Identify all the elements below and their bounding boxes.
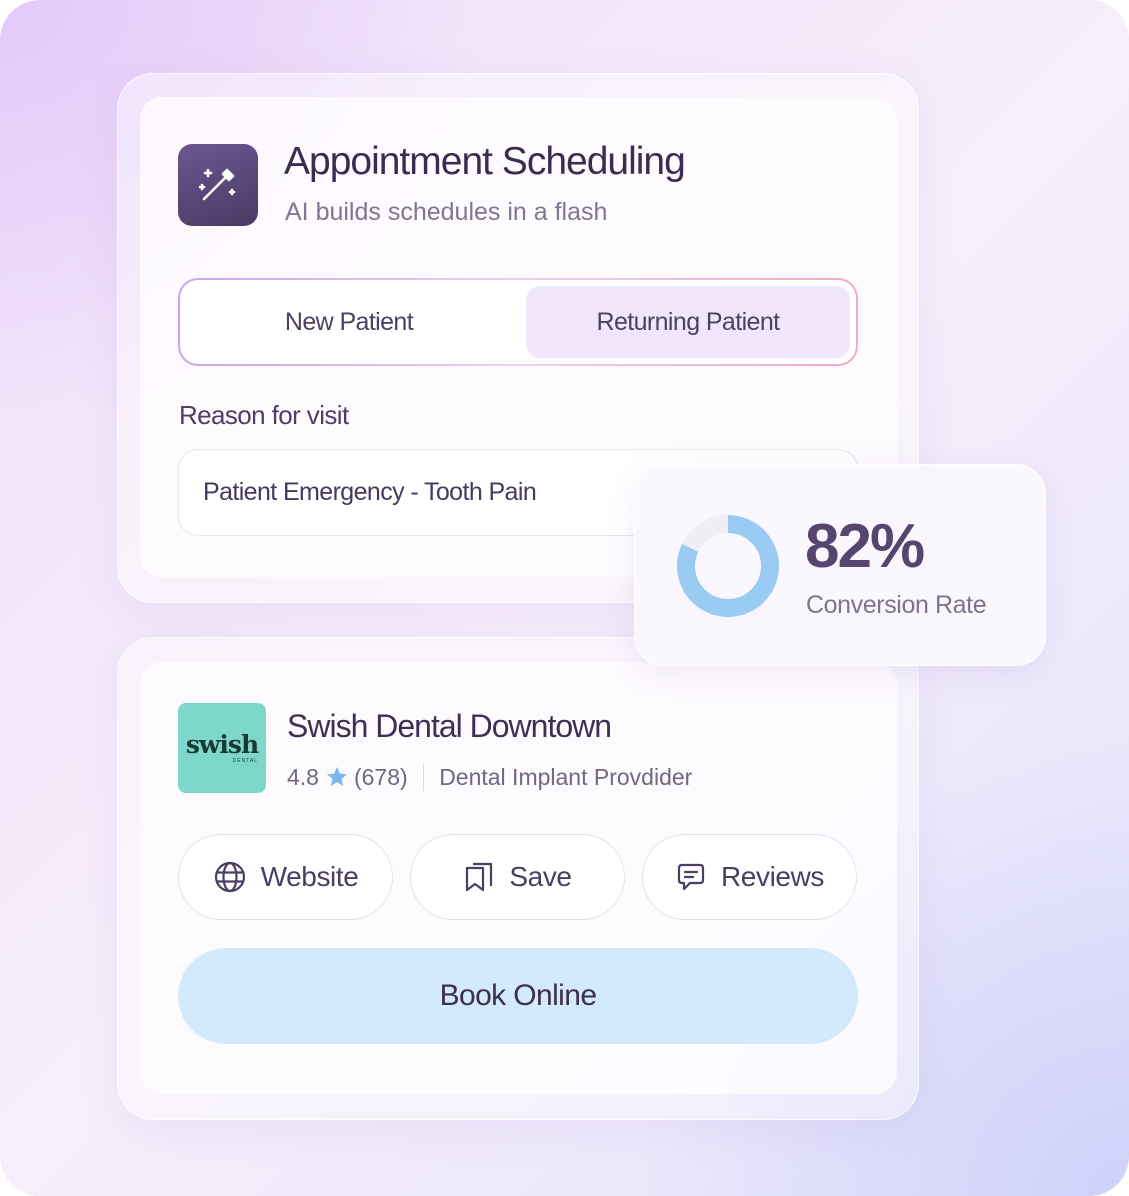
patient-type-toggle: New Patient Returning Patient (178, 278, 858, 366)
globe-icon (213, 860, 247, 894)
magic-wand-icon (178, 144, 258, 226)
reason-label: Reason for visit (179, 400, 349, 430)
website-button[interactable]: Website (178, 834, 393, 920)
business-name: Swish Dental Downtown (287, 708, 612, 744)
website-label: Website (260, 861, 359, 892)
card-title: Appointment Scheduling (284, 140, 686, 183)
reviews-button[interactable]: Reviews (642, 834, 857, 920)
logo-subtext: DENTAL (232, 758, 258, 764)
reviews-label: Reviews (720, 861, 824, 892)
review-count: (678) (353, 763, 408, 790)
reason-value: Patient Emergency - Tooth Pain (203, 478, 537, 506)
business-category: Dental Implant Provdider (439, 763, 693, 790)
logo-wordmark: swish (185, 730, 259, 759)
card-subtitle: AI builds schedules in a flash (285, 198, 608, 226)
star-icon (325, 765, 349, 789)
new-patient-option[interactable]: New Patient (188, 286, 510, 358)
background: Appointment Scheduling AI builds schedul… (0, 0, 1129, 1196)
meta-divider (422, 763, 425, 791)
message-icon (675, 861, 707, 893)
business-meta: 4.8 (678) Dental Implant Provdider (287, 762, 692, 792)
bookmark-icon (463, 861, 495, 893)
save-button[interactable]: Save (410, 834, 625, 920)
rating-value: 4.8 (287, 763, 319, 790)
save-label: Save (509, 861, 572, 892)
book-online-button[interactable]: Book Online (178, 948, 858, 1044)
conversion-donut (677, 515, 779, 617)
returning-patient-option[interactable]: Returning Patient (526, 286, 850, 358)
conversion-label: Conversion Rate (806, 591, 987, 619)
conversion-value: 82% (805, 512, 925, 581)
conversion-card: 82% Conversion Rate (634, 464, 1046, 666)
business-logo: swish DENTAL (178, 703, 266, 793)
